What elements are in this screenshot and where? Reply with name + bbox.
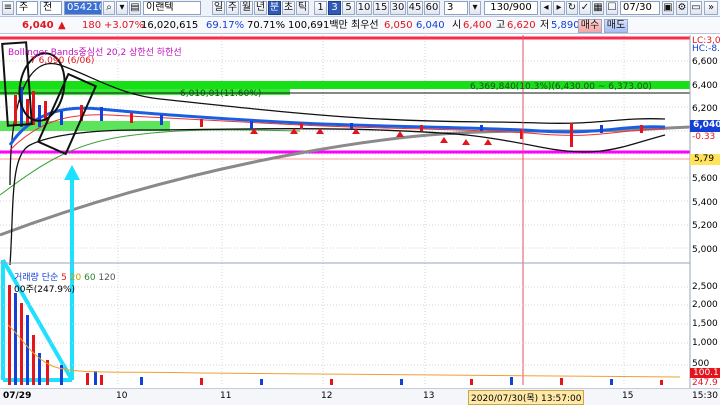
sell-button[interactable]: 매도: [604, 19, 628, 33]
time-1530: 15:30: [692, 391, 718, 401]
price-tick-6600: 6,600: [692, 57, 718, 67]
prev-select[interactable]: 전: [40, 1, 62, 15]
current-price: 6,040: [22, 20, 54, 31]
count-dropdown-icon[interactable]: ▾: [469, 1, 481, 15]
minute-5[interactable]: 5: [342, 1, 355, 15]
date-12: 12: [321, 391, 333, 401]
minute-10[interactable]: 10: [356, 1, 372, 15]
period-tick[interactable]: 틱: [296, 1, 309, 15]
date-15: 15: [622, 391, 634, 401]
best-ask: 6,050: [384, 20, 413, 31]
rate-2: 70.71%: [247, 20, 286, 31]
minute-30[interactable]: 30: [390, 1, 406, 15]
price-change-label: -0.33: [692, 132, 716, 142]
more-icon[interactable]: »: [704, 1, 718, 15]
current-price-label: 6,040: [693, 120, 720, 130]
low-label: 저: [540, 20, 550, 31]
price-tick-6200: 6,200: [692, 104, 718, 114]
date-10: 10: [116, 391, 128, 401]
chart-toolbar: ≡ 주 전 054210 ⌕ ▾ ▤ 이랜텍 일 주 월 년 분 초 틱 1 3…: [0, 0, 720, 17]
change-value: 180: [82, 20, 102, 31]
rate-1: 69.17%: [206, 20, 245, 31]
minute-45[interactable]: 45: [407, 1, 423, 15]
market-select[interactable]: 주: [16, 1, 38, 15]
hc-label: HC:-8.: [692, 44, 720, 54]
band-note: 6,010,01(11.60%): [180, 89, 262, 99]
best-bid: 6,040: [416, 20, 445, 31]
period-second[interactable]: 초: [282, 1, 295, 15]
date-input[interactable]: 07/30: [620, 1, 660, 15]
date-axis: 07/29 10 11 12 13 14 15 15:30 2020/07/30…: [0, 388, 720, 405]
period-day[interactable]: 일: [212, 1, 225, 15]
date-13: 13: [423, 391, 435, 401]
count-select[interactable]: 3: [444, 1, 468, 15]
lock-icon[interactable]: ▣: [662, 1, 674, 15]
menu-icon[interactable]: ≡: [2, 1, 14, 15]
open-label: 시: [452, 20, 462, 31]
open-price: 6,400: [463, 20, 492, 31]
date-11: 11: [220, 391, 232, 401]
best-ask-label: 최우선: [351, 20, 379, 31]
range-note: 6,369,840(10.3%)(6,430.00 ~ 6,373.00): [470, 82, 652, 92]
volume-ma-line: [7, 324, 681, 378]
dropdown-icon[interactable]: ▾: [116, 1, 128, 15]
date-check-icon[interactable]: ☐: [606, 1, 618, 15]
volume-ma-60: 60: [84, 273, 96, 283]
quote-bar: 6,040 ▲ 180 +3.07% 16,020,615 69.17% 70.…: [0, 17, 720, 34]
volume-value: 16,020,615: [141, 20, 199, 31]
crosshair-date-label: 2020/07/30(목) 13:57:00: [468, 390, 585, 405]
minute-3[interactable]: 3: [328, 1, 341, 15]
prev-page-icon[interactable]: ◂: [540, 1, 552, 15]
price-pane: [0, 35, 690, 263]
low-price-label: 5,79: [694, 154, 715, 164]
price-tick-5600: 5,600: [692, 174, 718, 184]
refresh-icon[interactable]: ↻: [566, 1, 578, 15]
volume-ma-120: 120: [98, 273, 116, 283]
volume-tick-2000: 2,000: [692, 300, 718, 310]
minute-60[interactable]: 60: [424, 1, 440, 15]
volume-tick-1000: 1,000: [692, 338, 718, 348]
memo-icon[interactable]: ▤: [129, 1, 141, 15]
range-field[interactable]: 130/900: [484, 1, 538, 15]
check-icon[interactable]: ✓: [579, 1, 591, 15]
search-icon[interactable]: ⌕: [103, 1, 115, 15]
change-arrow: ▲: [58, 20, 66, 31]
next-page-icon[interactable]: ▸: [553, 1, 565, 15]
stock-code-input[interactable]: 054210: [64, 1, 102, 15]
settings-icon[interactable]: ⚙: [676, 1, 688, 15]
volume-tick-2500: 2,500: [692, 282, 718, 292]
period-year[interactable]: 년: [254, 1, 267, 15]
period-week[interactable]: 주: [226, 1, 239, 15]
minute-15[interactable]: 15: [373, 1, 389, 15]
price-tick-5400: 5,400: [692, 198, 718, 208]
save-icon[interactable]: ▭: [690, 1, 702, 15]
volume-grid: [0, 286, 690, 366]
small-price-note: 7 6,090 (6/06): [30, 56, 95, 66]
volume-current-tag: 100.1: [693, 368, 719, 378]
price-tick-6400: 6,400: [692, 81, 718, 91]
price-tick-5200: 5,200: [692, 221, 718, 231]
buy-button[interactable]: 매수: [578, 19, 602, 33]
volume-ratio-tag: 247.9: [692, 378, 718, 388]
price-tick-5000: 5,000: [692, 245, 718, 255]
high-price: 6,620: [507, 20, 536, 31]
date-0729: 07/29: [3, 391, 32, 401]
low-price: 5,890: [551, 20, 580, 31]
high-label: 고: [496, 20, 506, 31]
volume-value: 00주(247.9%): [14, 285, 76, 295]
change-rate: +3.07%: [104, 20, 145, 31]
volume-bars: [8, 285, 663, 385]
period-month[interactable]: 월: [240, 1, 253, 15]
minute-1[interactable]: 1: [314, 1, 327, 15]
period-minute[interactable]: 분: [268, 1, 281, 15]
trade-amount: 100,691백만: [288, 20, 348, 31]
stock-name-field[interactable]: 이랜텍: [143, 1, 201, 15]
calendar-icon[interactable]: ▦: [592, 1, 604, 15]
volume-tick-1500: 1,500: [692, 319, 718, 329]
